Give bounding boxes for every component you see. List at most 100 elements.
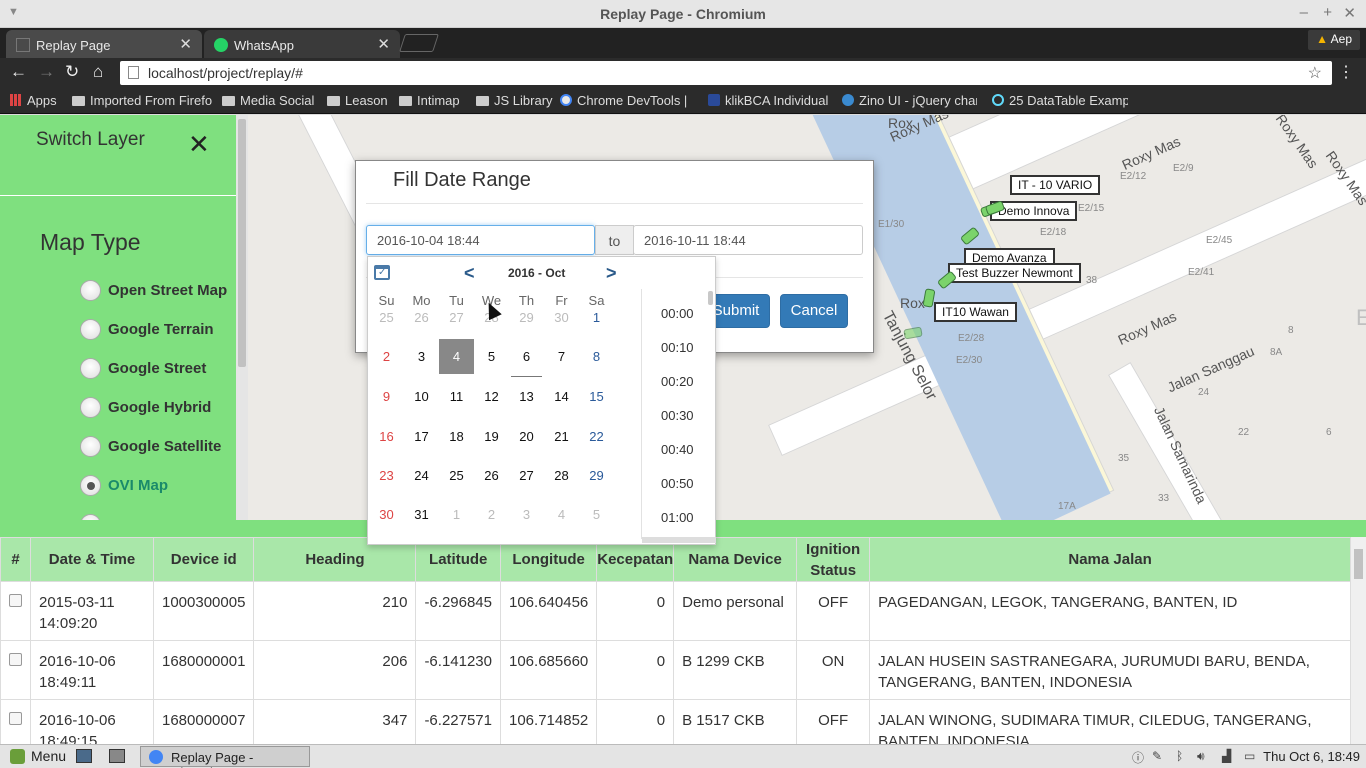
extension-button[interactable]: ▲ Aep	[1308, 30, 1360, 50]
calendar-day[interactable]: 29	[509, 300, 544, 335]
calendar-day[interactable]: 17	[404, 419, 439, 454]
bookmark-zino-ui[interactable]: Zino UI - jQuery char	[842, 93, 977, 108]
start-date-input[interactable]: 2016-10-04 18:44	[366, 225, 595, 255]
vehicle-label[interactable]: IT - 10 VARIO	[1010, 175, 1101, 195]
tab-close-icon[interactable]: ✕	[179, 35, 192, 53]
calendar-day[interactable]: 19	[474, 419, 509, 454]
calendar-day[interactable]: 11	[439, 379, 474, 414]
calendar-day[interactable]: 25	[369, 300, 404, 335]
start-menu-button[interactable]: Menu	[10, 748, 66, 764]
reload-icon[interactable]: ↻	[65, 62, 79, 82]
calendar-day[interactable]: 1	[579, 300, 614, 335]
scrollbar-thumb[interactable]	[238, 119, 246, 367]
bookmark-imported[interactable]: Imported From Firefo	[72, 93, 212, 108]
back-icon[interactable]: ←	[10, 62, 27, 82]
month-label[interactable]: 2016 - Oct	[508, 266, 565, 280]
calendar-day[interactable]: 23	[369, 458, 404, 493]
time-option[interactable]: 00:40	[661, 442, 694, 457]
calendar-day[interactable]: 29	[579, 458, 614, 493]
calendar-day[interactable]: 15	[579, 379, 614, 414]
column-header[interactable]: Device id	[152, 537, 255, 582]
next-month-button[interactable]: >	[606, 263, 617, 284]
calendar-day[interactable]: 7	[544, 339, 579, 374]
calendar-day[interactable]: 1	[439, 497, 474, 532]
radio-button[interactable]	[80, 319, 101, 340]
calendar-day[interactable]: 9	[369, 379, 404, 414]
calendar-day[interactable]: 24	[404, 458, 439, 493]
row-checkbox[interactable]	[9, 594, 22, 607]
time-scrollbar[interactable]	[708, 291, 713, 305]
calendar-day[interactable]: 25	[439, 458, 474, 493]
bookmark-js-library[interactable]: JS Library	[476, 93, 553, 108]
tab-close-icon[interactable]: ✕	[377, 35, 390, 53]
bookmark-datatable[interactable]: 25 DataTable Examp	[992, 93, 1128, 108]
calendar-day[interactable]: 30	[544, 300, 579, 335]
time-option[interactable]: 00:00	[661, 306, 694, 321]
close-panel-icon[interactable]: ✕	[188, 129, 210, 160]
scrollbar-thumb[interactable]	[1354, 549, 1363, 579]
calendar-day[interactable]: 4	[544, 497, 579, 532]
cancel-button[interactable]: Cancel	[780, 294, 848, 328]
row-select[interactable]	[0, 640, 31, 700]
calendar-day[interactable]: 4	[439, 339, 474, 374]
column-header[interactable]: Nama Jalan	[869, 537, 1351, 582]
row-checkbox[interactable]	[9, 653, 22, 666]
calendar-today-icon[interactable]	[374, 265, 390, 280]
calendar-day[interactable]: 21	[544, 419, 579, 454]
time-option[interactable]: 01:00	[661, 510, 694, 525]
vehicle-label[interactable]: IT10 Wawan	[934, 302, 1017, 322]
column-header[interactable]: #	[0, 537, 31, 582]
calendar-day[interactable]: 5	[474, 339, 509, 374]
horizontal-scrollbar[interactable]	[642, 537, 716, 543]
row-select[interactable]	[0, 581, 31, 641]
calendar-day[interactable]: 3	[509, 497, 544, 532]
close-window-icon[interactable]: ✕	[1343, 4, 1356, 22]
tab-replay-page[interactable]: Replay Page ✕	[6, 30, 202, 58]
calendar-day[interactable]: 6	[509, 339, 544, 377]
table-scrollbar[interactable]	[1351, 537, 1366, 744]
home-icon[interactable]: ⌂	[93, 62, 103, 82]
time-option[interactable]: 00:30	[661, 408, 694, 423]
bookmark-media-social[interactable]: Media Social	[222, 93, 314, 108]
calendar-day[interactable]: 8	[579, 339, 614, 374]
bookmark-apps[interactable]: Apps	[10, 93, 57, 108]
bookmark-intimap[interactable]: Intimap	[399, 93, 460, 108]
address-bar[interactable]: localhost/project/replay/# ☆	[120, 61, 1332, 85]
bookmark-devtools[interactable]: Chrome DevTools |	[560, 93, 700, 108]
clock[interactable]: Thu Oct 6, 18:49	[1263, 749, 1360, 764]
calendar-day[interactable]: 20	[509, 419, 544, 454]
radio-button[interactable]	[80, 280, 101, 301]
forward-icon[interactable]: →	[38, 62, 55, 82]
calendar-day[interactable]: 5	[579, 497, 614, 532]
volume-icon[interactable]: 🔊︎	[1197, 749, 1205, 764]
calendar-day[interactable]: 2	[369, 339, 404, 374]
calendar-day[interactable]: 22	[579, 419, 614, 454]
new-tab-button[interactable]	[399, 34, 439, 52]
update-icon[interactable]: ✎	[1152, 749, 1162, 763]
minimize-icon[interactable]: –	[1300, 4, 1308, 21]
panel-scrollbar[interactable]	[236, 115, 248, 520]
calendar-day[interactable]: 31	[404, 497, 439, 532]
calendar-day[interactable]: 30	[369, 497, 404, 532]
radio-button[interactable]	[80, 397, 101, 418]
row-select[interactable]	[0, 699, 31, 744]
column-header[interactable]: Ignition Status	[796, 537, 871, 582]
calendar-day[interactable]: 28	[544, 458, 579, 493]
calendar-day[interactable]: 27	[509, 458, 544, 493]
calendar-day[interactable]: 26	[474, 458, 509, 493]
calendar-day[interactable]: 3	[404, 339, 439, 374]
map-control[interactable]: E	[1356, 305, 1366, 331]
battery-icon[interactable]: ▭	[1244, 749, 1255, 763]
calendar-day[interactable]: 27	[439, 300, 474, 335]
time-option[interactable]: 00:50	[661, 476, 694, 491]
calendar-day[interactable]: 13	[509, 379, 544, 414]
calendar-day[interactable]: 2	[474, 497, 509, 532]
bluetooth-icon[interactable]: ᛒ	[1176, 749, 1183, 763]
calendar-day[interactable]: 16	[369, 419, 404, 454]
show-desktop-icon[interactable]	[76, 749, 92, 763]
network-icon[interactable]: ▟	[1222, 749, 1231, 763]
maximize-icon[interactable]: +	[1323, 4, 1332, 21]
radio-button[interactable]	[80, 358, 101, 379]
terminal-icon[interactable]	[109, 749, 125, 763]
info-icon[interactable]: ⓘ	[1132, 749, 1144, 766]
